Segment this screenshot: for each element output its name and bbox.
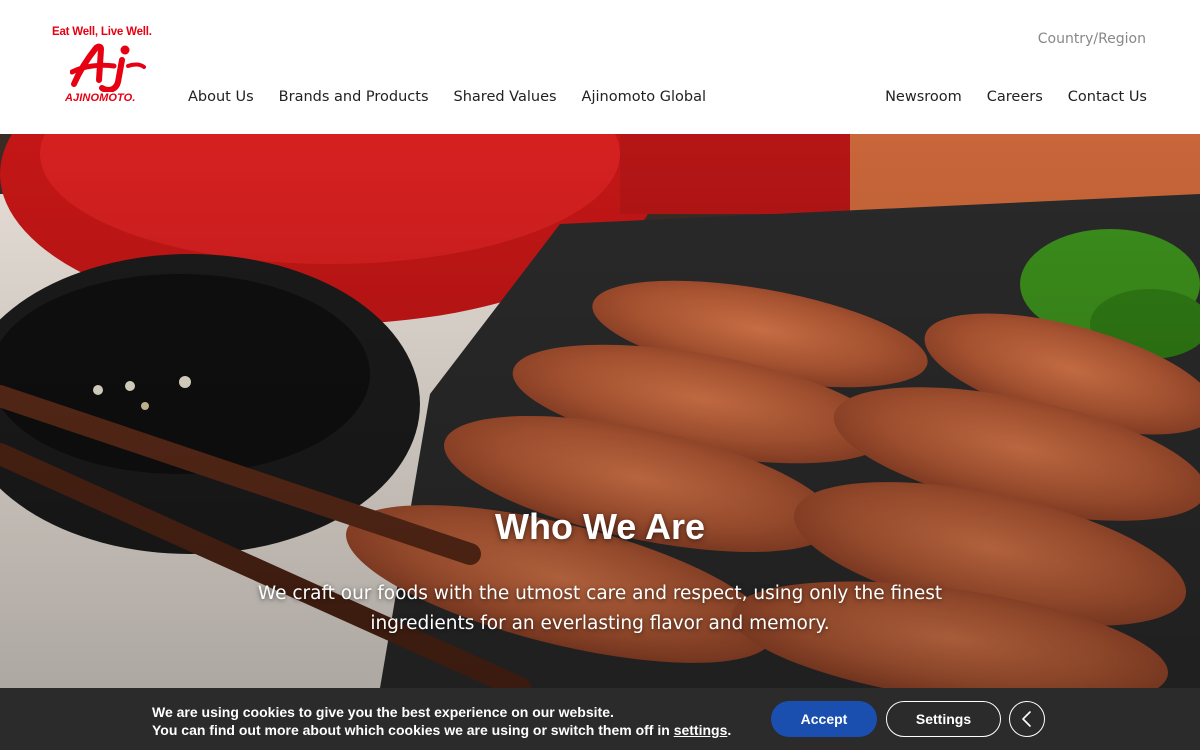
nav-careers[interactable]: Careers bbox=[987, 89, 1043, 105]
cookie-settings-link[interactable]: settings bbox=[674, 722, 728, 738]
country-region-link[interactable]: Country/Region bbox=[1038, 31, 1146, 47]
logo-tagline: Eat Well, Live Well. bbox=[52, 26, 152, 38]
cookie-collapse-button[interactable] bbox=[1009, 701, 1045, 737]
cookie-line2-prefix: You can find out more about which cookie… bbox=[152, 722, 674, 738]
logo-wordmark: AJINOMOTO. bbox=[65, 92, 136, 104]
nav-shared-values[interactable]: Shared Values bbox=[454, 89, 557, 105]
cookie-message: We are using cookies to give you the bes… bbox=[152, 703, 731, 739]
nav-newsroom[interactable]: Newsroom bbox=[885, 89, 962, 105]
ajinomoto-logo[interactable]: Eat Well, Live Well. AJINOMOTO. bbox=[50, 26, 166, 108]
cookie-consent-bar: We are using cookies to give you the bes… bbox=[0, 688, 1200, 750]
cookie-settings-button[interactable]: Settings bbox=[886, 701, 1001, 737]
chevron-left-icon bbox=[1022, 711, 1031, 727]
nav-brands-and-products[interactable]: Brands and Products bbox=[279, 89, 429, 105]
aj-logo-mark-icon bbox=[70, 43, 146, 92]
hero-description: We craft our foods with the utmost care … bbox=[257, 583, 943, 634]
site-header: Eat Well, Live Well. AJINOMOTO. Country/… bbox=[0, 0, 1200, 134]
primary-nav: About Us Brands and Products Shared Valu… bbox=[188, 89, 706, 105]
nav-about-us[interactable]: About Us bbox=[188, 89, 254, 105]
cookie-line2-suffix: . bbox=[727, 722, 732, 738]
cookie-message-line2: You can find out more about which cookie… bbox=[152, 721, 731, 739]
secondary-nav: Newsroom Careers Contact Us bbox=[885, 89, 1147, 105]
hero-banner: Who We Are We craft our foods with the u… bbox=[0, 134, 1200, 688]
cookie-message-line1: We are using cookies to give you the bes… bbox=[152, 704, 614, 720]
accept-cookies-button[interactable]: Accept bbox=[771, 701, 877, 737]
nav-contact-us[interactable]: Contact Us bbox=[1068, 89, 1147, 105]
nav-ajinomoto-global[interactable]: Ajinomoto Global bbox=[582, 89, 706, 105]
hero-title: Who We Are bbox=[494, 506, 705, 547]
